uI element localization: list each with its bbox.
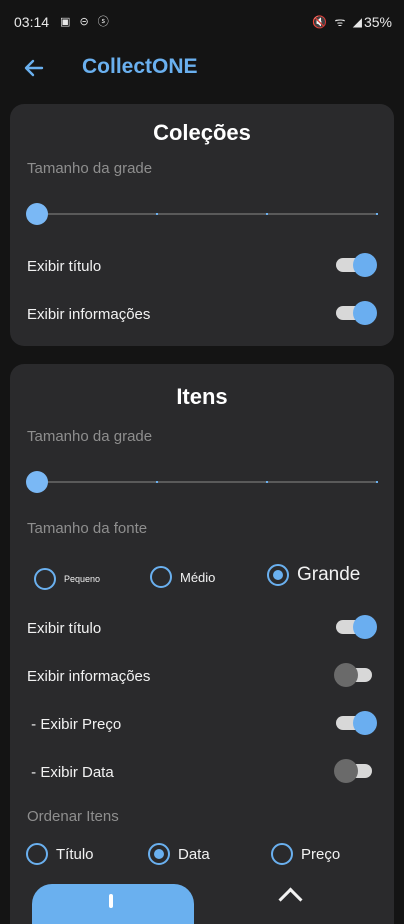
- battery-level: 35%: [363, 14, 392, 30]
- plus-icon: [109, 894, 113, 908]
- colecoes-show-title-toggle[interactable]: [336, 253, 377, 277]
- colecoes-grid-size-slider[interactable]: [26, 202, 378, 226]
- itens-show-date-label: - Exibir Data: [27, 764, 114, 781]
- font-size-option-medio[interactable]: Médio: [150, 566, 215, 588]
- app-bar: CollectONE: [0, 44, 404, 92]
- back-arrow-icon[interactable]: [18, 52, 50, 84]
- slider-tick: [376, 481, 378, 483]
- status-bar: 03:14 ▣ ⊝ ⓢ 🔇 ᯤ ◢ 35%: [0, 0, 404, 44]
- colecoes-show-info-label: Exibir informações: [27, 306, 151, 323]
- itens-grid-size-caption: Tamanho da grade: [27, 428, 153, 445]
- slider-tick: [156, 481, 158, 483]
- itens-show-title-toggle[interactable]: [336, 615, 377, 639]
- font-size-option-pequeno[interactable]: Pequeno: [34, 568, 100, 590]
- itens-show-price-toggle[interactable]: [336, 711, 377, 735]
- radio-label: Grande: [297, 564, 361, 585]
- itens-show-info-toggle[interactable]: [334, 663, 374, 687]
- order-option-titulo[interactable]: Título: [26, 843, 94, 865]
- add-button[interactable]: [32, 884, 194, 924]
- itens-order-caption: Ordenar Itens: [27, 808, 119, 825]
- slider-tick: [156, 213, 158, 215]
- notification-icons: ▣ ⊝ ⓢ: [60, 16, 112, 28]
- colecoes-title: Coleções: [153, 120, 251, 145]
- itens-title: Itens: [176, 384, 228, 409]
- itens-card: Itens Tamanho da grade Tamanho da fonte …: [10, 364, 394, 924]
- order-option-preco[interactable]: Preço: [271, 843, 340, 865]
- slider-thumb[interactable]: [26, 471, 48, 493]
- radio-label: Médio: [180, 569, 216, 585]
- slider-track: [36, 213, 376, 215]
- itens-grid-size-slider[interactable]: [26, 470, 378, 494]
- slider-tick: [266, 481, 268, 483]
- radio-label: Pequeno: [64, 574, 101, 584]
- radio-label: Data: [178, 845, 210, 863]
- itens-show-price-label: - Exibir Preço: [27, 716, 122, 733]
- itens-show-info-label: Exibir informações: [27, 668, 151, 685]
- radio-label: Título: [56, 845, 94, 863]
- colecoes-grid-size-caption: Tamanho da grade: [27, 160, 153, 177]
- slider-track: [36, 481, 376, 483]
- itens-show-date-toggle[interactable]: [334, 759, 374, 783]
- radio-label: Preço: [301, 845, 341, 863]
- colecoes-card: Coleções Tamanho da grade Exibir título …: [10, 104, 394, 346]
- status-time: 03:14: [14, 14, 50, 30]
- connectivity-icons: 🔇 ᯤ ◢: [312, 15, 364, 29]
- itens-font-size-caption: Tamanho da fonte: [27, 520, 148, 537]
- font-size-option-grande[interactable]: Grande: [267, 564, 360, 586]
- order-option-data[interactable]: Data: [148, 843, 210, 865]
- slider-tick: [376, 213, 378, 215]
- colecoes-show-info-toggle[interactable]: [336, 301, 377, 325]
- slider-tick: [266, 213, 268, 215]
- itens-show-title-label: Exibir título: [27, 620, 102, 637]
- slider-thumb[interactable]: [26, 203, 48, 225]
- colecoes-show-title-label: Exibir título: [27, 258, 102, 275]
- app-title: CollectONE: [82, 55, 198, 78]
